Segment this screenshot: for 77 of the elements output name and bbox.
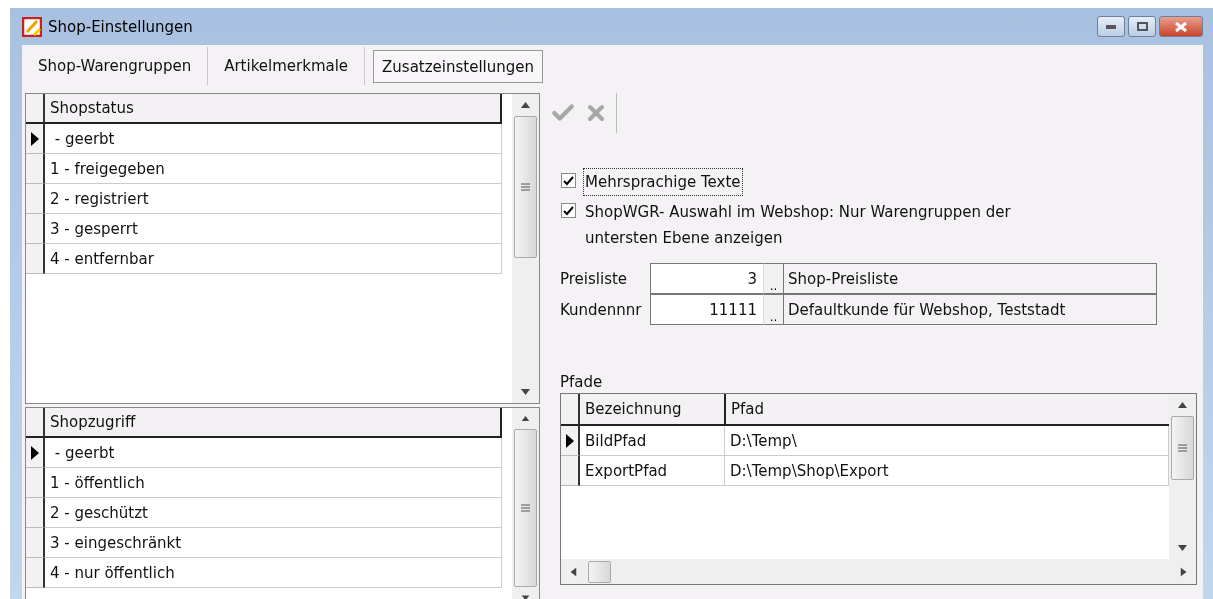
row-pointer-icon: [30, 445, 39, 460]
window-title: Shop-Einstellungen: [48, 17, 193, 36]
list-cell[interactable]: - geerbt: [45, 438, 502, 468]
scroll-thumb[interactable]: [514, 116, 537, 258]
checkbox[interactable]: [561, 173, 576, 188]
grip-icon: [521, 183, 530, 191]
field-label: Kundennnr: [559, 299, 643, 321]
scroll-down-icon[interactable]: [521, 389, 530, 395]
grip-icon: [521, 504, 530, 512]
row-selector[interactable]: [561, 456, 580, 486]
table-cell[interactable]: D:\Temp\Shop\Export: [725, 456, 1169, 486]
scroll-up-icon[interactable]: [521, 102, 530, 108]
row-selector[interactable]: [26, 184, 45, 214]
list-cell[interactable]: 4 - entfernbar: [45, 244, 502, 274]
minimize-button[interactable]: [1097, 16, 1125, 37]
column-header[interactable]: Shopzugriff: [45, 408, 502, 438]
input-field[interactable]: 3: [650, 263, 763, 294]
row-selector[interactable]: [561, 426, 580, 456]
corner-cell: [561, 394, 580, 426]
row-pointer-icon: [30, 131, 39, 146]
scroll-down-icon[interactable]: [1178, 545, 1187, 551]
list-cell[interactable]: 3 - eingeschränkt: [45, 528, 502, 558]
scroll-up-icon[interactable]: [1178, 402, 1187, 408]
list-cell[interactable]: 1 - freigegeben: [45, 154, 502, 184]
field-label: Preisliste: [559, 268, 629, 290]
checkbox-label: Mehrsprachige Texte: [584, 169, 742, 195]
field-description: Shop-Preisliste: [784, 263, 1157, 294]
app-icon: [22, 16, 42, 37]
list-cell[interactable]: - geerbt: [45, 124, 502, 154]
tab[interactable]: Shop-Warengruppen: [22, 47, 209, 85]
list-cell[interactable]: 2 - registriert: [45, 184, 502, 214]
check-icon: [563, 205, 574, 216]
list-cell[interactable]: 4 - nur öffentlich: [45, 558, 502, 588]
maximize-icon: [1136, 22, 1148, 31]
field-description: Defaultkunde für Webshop, Teststadt: [784, 294, 1157, 325]
row-selector[interactable]: [26, 214, 45, 244]
scroll-right-icon[interactable]: [1180, 567, 1187, 576]
corner-cell: [26, 94, 45, 124]
close-icon: [1175, 21, 1187, 32]
close-button[interactable]: [1159, 16, 1203, 37]
row-pointer-icon: [565, 433, 574, 448]
checkbox[interactable]: [561, 203, 576, 218]
row-selector[interactable]: [26, 438, 45, 468]
table-cell[interactable]: BildPfad: [580, 426, 725, 456]
checkbox-label: ShopWGR- Auswahl im Webshop: Nur Warengruppen der untersten Ebene anzeigen: [584, 202, 1012, 249]
lookup-button[interactable]: ..: [763, 294, 784, 325]
list-cell[interactable]: 3 - gesperrt: [45, 214, 502, 244]
scroll-left-icon[interactable]: [570, 567, 577, 576]
list-cell[interactable]: 2 - geschützt: [45, 498, 502, 528]
row-selector[interactable]: [26, 558, 45, 588]
tab[interactable]: Zusatzeinstellungen: [373, 50, 544, 83]
row-selector[interactable]: [26, 244, 45, 274]
table-cell[interactable]: D:\Temp\: [725, 426, 1169, 456]
corner-cell: [26, 408, 45, 438]
scroll-thumb[interactable]: [1171, 416, 1194, 480]
scroll-down-icon[interactable]: [521, 594, 530, 599]
minimize-icon: [1106, 24, 1116, 29]
check-icon: [563, 175, 574, 186]
maximize-button[interactable]: [1128, 16, 1156, 37]
scroll-thumb[interactable]: [588, 560, 611, 583]
column-header[interactable]: Shopstatus: [45, 94, 502, 124]
list-cell[interactable]: 1 - öffentlich: [45, 468, 502, 498]
scroll-thumb[interactable]: [514, 429, 537, 587]
column-header[interactable]: Bezeichnung: [580, 394, 726, 426]
table-cell[interactable]: ExportPfad: [580, 456, 725, 486]
grip-icon: [1178, 444, 1187, 452]
section-label: Pfade: [559, 373, 604, 391]
tab[interactable]: Artikelmerkmale: [208, 47, 366, 85]
lookup-button[interactable]: ..: [763, 263, 784, 294]
row-selector[interactable]: [26, 154, 45, 184]
row-selector[interactable]: [26, 124, 45, 154]
input-field[interactable]: 11111: [650, 294, 763, 325]
scroll-up-icon[interactable]: [521, 416, 530, 422]
row-selector[interactable]: [26, 528, 45, 558]
column-header[interactable]: Pfad: [726, 394, 1169, 426]
row-selector[interactable]: [26, 468, 45, 498]
row-selector[interactable]: [26, 498, 45, 528]
